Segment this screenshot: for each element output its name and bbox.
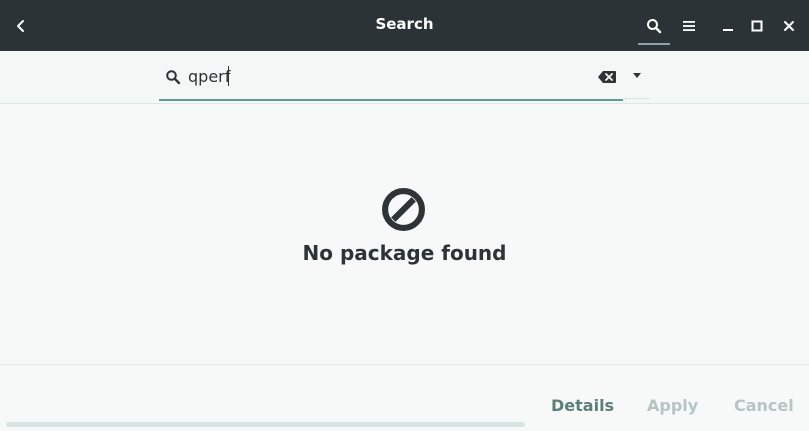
menu-button[interactable] <box>675 12 703 40</box>
apply-button[interactable]: Apply <box>647 396 698 415</box>
action-bar: Details Apply Cancel <box>0 364 809 431</box>
close-button[interactable] <box>775 12 803 40</box>
maximize-icon <box>751 20 763 32</box>
maximize-button[interactable] <box>743 12 771 40</box>
search-icon <box>647 19 662 34</box>
details-button[interactable]: Details <box>551 396 614 415</box>
search-options-dropdown[interactable] <box>625 61 649 99</box>
search-toggle-button[interactable] <box>640 12 668 40</box>
minimize-icon <box>723 29 733 31</box>
search-query-text: qperf <box>188 67 231 86</box>
close-icon <box>784 21 794 31</box>
results-area: No package found <box>0 105 809 364</box>
progress-bar <box>6 422 525 427</box>
search-input[interactable]: qperf <box>159 61 623 101</box>
search-bar: qperf <box>0 51 809 104</box>
no-entry-icon <box>382 188 425 231</box>
hamburger-menu-icon <box>683 21 695 31</box>
minimize-button[interactable] <box>714 12 742 40</box>
text-cursor <box>228 66 229 86</box>
dropdown-arrow-icon <box>633 73 641 78</box>
search-toggle-active-indicator <box>638 43 670 45</box>
empty-state-message: No package found <box>302 241 507 265</box>
backspace-clear-icon[interactable] <box>597 70 617 84</box>
header-bar: Search <box>0 0 809 51</box>
search-icon <box>166 70 181 85</box>
cancel-button[interactable]: Cancel <box>734 396 794 415</box>
